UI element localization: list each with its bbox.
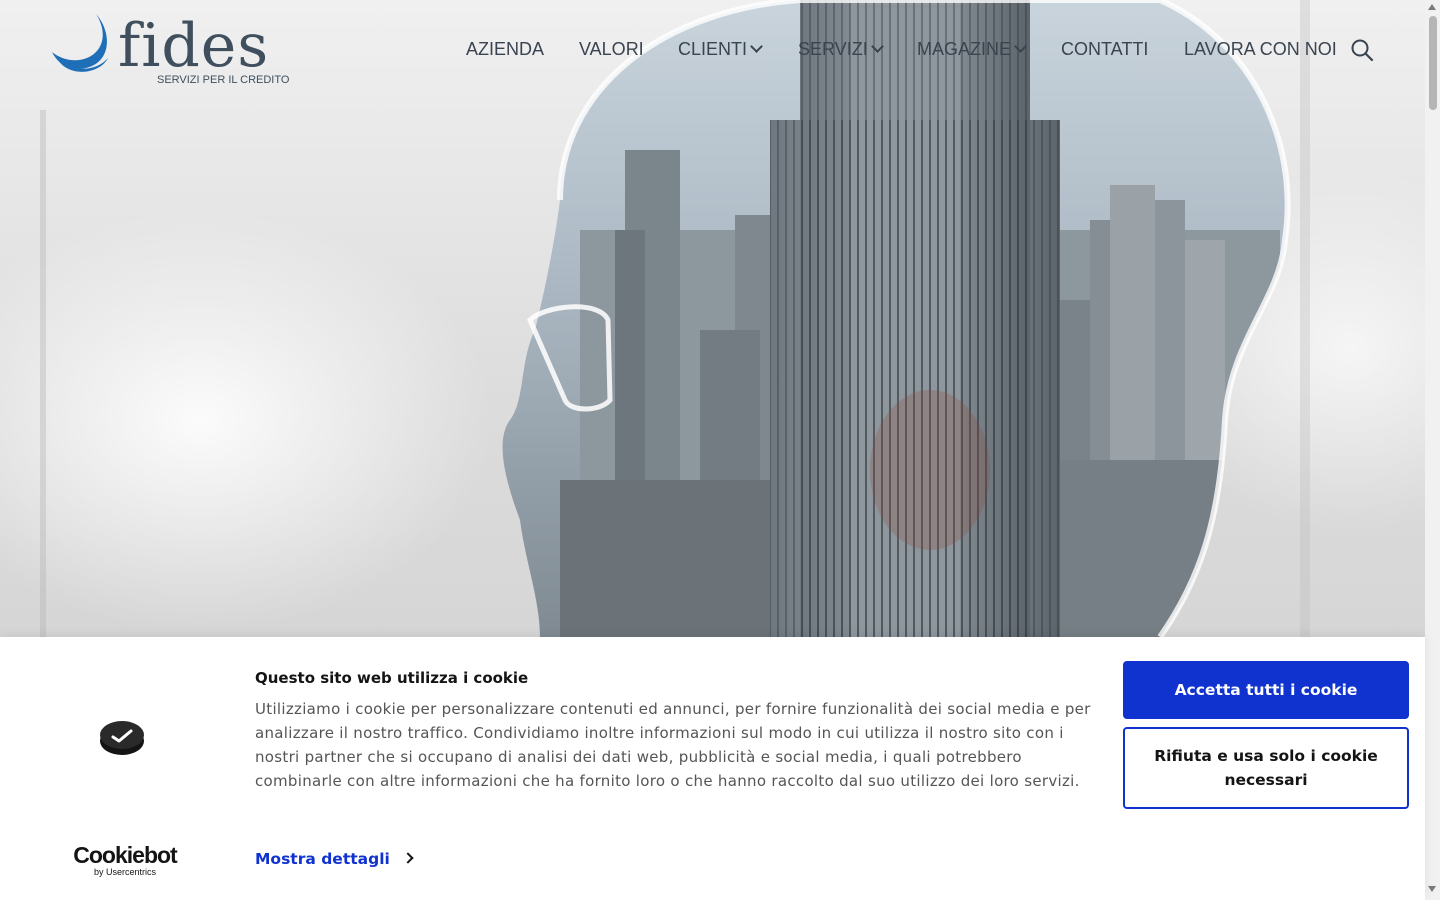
- cookiebot-brand: Cookiebot: [73, 842, 177, 868]
- nav-item-label: VALORI: [579, 39, 644, 59]
- cookie-title: Questo sito web utilizza i cookie: [255, 669, 529, 687]
- cookie-banner: Cookiebot by Usercentrics Questo sito we…: [0, 637, 1425, 900]
- chevron-down-icon: [750, 40, 763, 53]
- nav-item-valori[interactable]: VALORI: [579, 36, 644, 62]
- show-details-label: Mostra dettagli: [255, 850, 390, 868]
- chevron-down-icon: [870, 40, 884, 53]
- logo-tagline: SERVIZI PER IL CREDITO: [157, 74, 290, 86]
- nav-item-label: SERVIZI: [798, 39, 868, 59]
- scrollbar-thumb[interactable]: [1429, 16, 1437, 110]
- nav-item-servizi[interactable]: SERVIZI: [798, 36, 884, 62]
- reject-cookies-button[interactable]: Rifiuta e usa solo i cookie necessari: [1123, 727, 1409, 809]
- nav-item-label: AZIENDA: [466, 39, 545, 59]
- search-icon[interactable]: [1350, 38, 1374, 62]
- page-scrollbar[interactable]: [1425, 0, 1440, 900]
- nav-item-contatti[interactable]: CONTATTI: [1061, 36, 1148, 62]
- main-nav: AZIENDA VALORI CLIENTI SERVIZI MAGAZINE …: [0, 36, 1425, 62]
- chevron-right-icon: [402, 852, 414, 864]
- nav-item-label: MAGAZINE: [917, 39, 1012, 59]
- chevron-down-icon: [1014, 40, 1027, 53]
- nav-item-label: LAVORA CON NOI: [1184, 39, 1337, 59]
- accept-all-cookies-button[interactable]: Accetta tutti i cookie: [1123, 661, 1409, 719]
- cookiebot-brand-sub: by Usercentrics: [93, 867, 156, 877]
- cookiebot-logo[interactable]: Cookiebot by Usercentrics: [70, 843, 180, 877]
- nav-item-label: CONTATTI: [1061, 39, 1149, 59]
- nav-item-azienda[interactable]: AZIENDA: [466, 36, 544, 62]
- nav-item-lavora-con-noi[interactable]: LAVORA CON NOI: [1184, 36, 1337, 62]
- cookiebot-icon: [100, 721, 144, 755]
- site-header: fides SERVIZI PER IL CREDITO AZIENDA VAL…: [0, 0, 1425, 100]
- nav-item-magazine[interactable]: MAGAZINE: [917, 36, 1027, 62]
- cookie-description: Utilizziamo i cookie per personalizzare …: [255, 700, 1091, 790]
- scroll-down-arrow-icon[interactable]: [1428, 886, 1436, 892]
- scroll-up-arrow-icon[interactable]: [1428, 4, 1436, 10]
- nav-item-label: CLIENTI: [678, 39, 748, 59]
- nav-item-clienti[interactable]: CLIENTI: [678, 36, 763, 62]
- show-details-link[interactable]: Mostra dettagli: [255, 850, 414, 868]
